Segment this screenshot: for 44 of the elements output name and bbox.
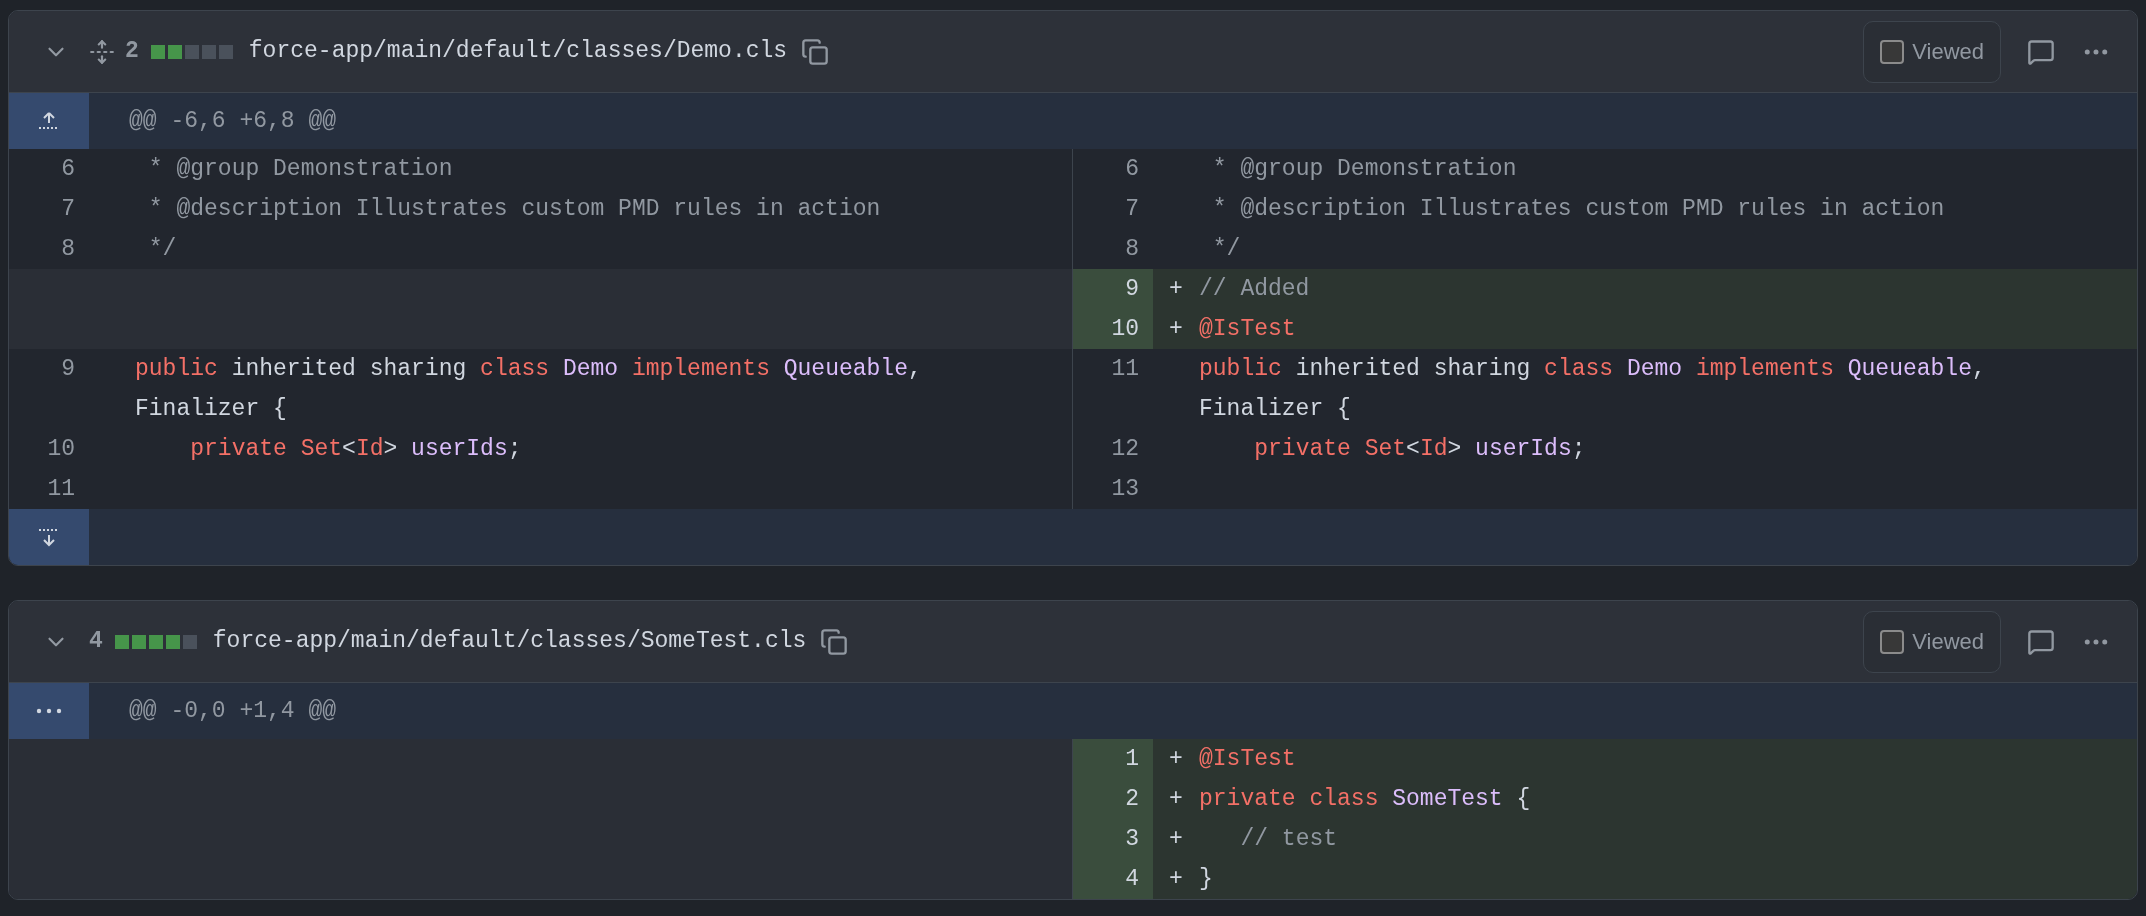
line-number: 9 <box>1073 269 1153 309</box>
line-number: 1 <box>1073 739 1153 779</box>
code-line: * @group Demonstration <box>1211 155 1518 184</box>
line-number: 3 <box>1073 819 1153 859</box>
file-path[interactable]: force-app/main/default/classes/SomeTest.cls <box>212 624 807 659</box>
change-count: 2 <box>125 37 139 67</box>
code-line: private Set<Id> userIds; <box>189 435 523 464</box>
hunk-header: @@ -0,0 +1,4 @@ <box>129 696 337 726</box>
viewed-checkbox[interactable] <box>1880 39 1905 64</box>
line-number: 6 <box>60 155 76 184</box>
expand-all-icon[interactable] <box>89 38 115 65</box>
line-number: 11 <box>46 475 76 504</box>
line-number: 7 <box>60 195 76 224</box>
code-line: * @description Illustrates custom PMD rules in action <box>147 195 882 224</box>
line-number: 2 <box>1073 779 1153 819</box>
viewed-checkbox[interactable] <box>1880 629 1905 654</box>
code-line: */ <box>147 235 178 264</box>
viewed-button[interactable]: Viewed <box>1863 20 2001 83</box>
code-line: */ <box>1211 235 1242 264</box>
file-path[interactable]: force-app/main/default/classes/Demo.cls <box>248 34 788 69</box>
change-count: 4 <box>89 627 103 657</box>
line-number: 11 <box>1110 355 1140 384</box>
ellipsis-icon <box>36 708 62 714</box>
code-line: public inherited sharing class Demo implements Queueable, Finalizer { <box>1198 355 1987 424</box>
comment-icon[interactable] <box>2027 627 2055 656</box>
line-number: 10 <box>1073 309 1153 349</box>
code-line: * @group Demonstration <box>147 155 454 184</box>
code-line: private Set<Id> userIds; <box>1253 435 1587 464</box>
viewed-button[interactable]: Viewed <box>1863 610 2001 673</box>
hunk-header: @@ -6,6 +6,8 @@ <box>129 106 337 136</box>
copy-icon[interactable] <box>801 37 830 66</box>
line-number: 12 <box>1110 435 1140 464</box>
line-number: 6 <box>1124 155 1140 184</box>
line-number: 7 <box>1124 195 1140 224</box>
line-number: 10 <box>46 435 76 464</box>
code-line: public inherited sharing class Demo implements Queueable, Finalizer { <box>134 355 923 424</box>
line-number: 9 <box>60 355 76 384</box>
copy-icon[interactable] <box>820 627 849 656</box>
line-number: 8 <box>60 235 76 264</box>
line-number: 13 <box>1110 475 1140 504</box>
line-number: 4 <box>1073 859 1153 899</box>
code-line: * @description Illustrates custom PMD rules in action <box>1211 195 1946 224</box>
line-number: 8 <box>1124 235 1140 264</box>
comment-icon[interactable] <box>2027 37 2055 66</box>
